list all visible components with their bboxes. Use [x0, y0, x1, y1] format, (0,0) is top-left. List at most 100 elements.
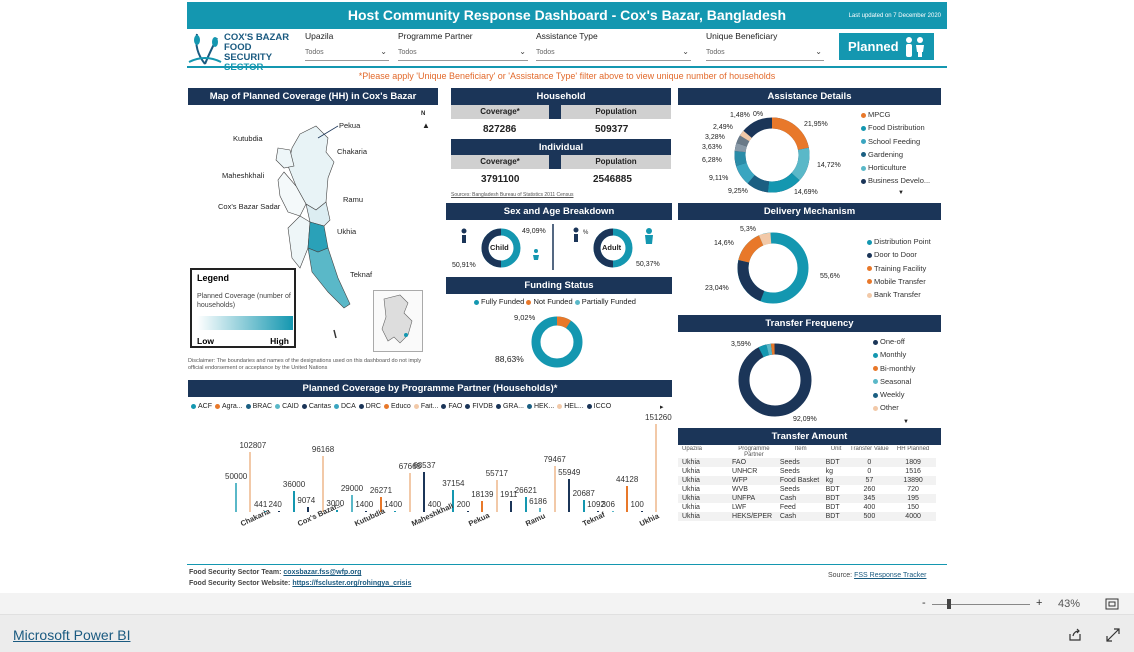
- assistance-type-select[interactable]: Todos ⌄: [536, 45, 691, 61]
- legend-item[interactable]: Agra...: [215, 403, 243, 410]
- filter-assistance-type[interactable]: Assistance Type Todos ⌄: [536, 31, 691, 61]
- legend-next-icon[interactable]: ▸: [660, 403, 664, 411]
- fit-to-page-icon[interactable]: [1105, 598, 1119, 610]
- chart-bar[interactable]: [655, 424, 657, 512]
- chart-bar[interactable]: [524, 496, 527, 512]
- partner-legend[interactable]: ACF Agra... BRAC CAID Caritas DCA DRC Educo Fait…: [191, 403, 669, 410]
- legend-item[interactable]: BRAC: [245, 403, 272, 410]
- table-cell: 720: [907, 486, 919, 493]
- zoom-out-button[interactable]: -: [922, 597, 926, 609]
- chart-bar[interactable]: [582, 499, 585, 512]
- data-label: 79467: [543, 454, 566, 464]
- chart-bar[interactable]: [568, 479, 571, 512]
- data-sources-link[interactable]: Sources: Bangladesh Bureau of Statistics…: [451, 192, 573, 198]
- share-icon[interactable]: [1068, 628, 1082, 642]
- hh-population-value: 509377: [595, 124, 629, 135]
- data-label: 1400: [384, 500, 403, 509]
- chart-bar[interactable]: [249, 452, 252, 512]
- upazila-select[interactable]: Todos ⌄: [305, 45, 389, 61]
- legend-item[interactable]: FAO: [441, 403, 462, 410]
- north-label: N: [421, 111, 426, 117]
- chart-bar[interactable]: [394, 511, 397, 512]
- table-cell: HEKS/EPER: [732, 513, 773, 520]
- legend-item[interactable]: GRA...: [495, 403, 524, 410]
- chart-bar[interactable]: [553, 465, 556, 512]
- table-row[interactable]: Ukhia WFP Food Basket kg 57 13890: [678, 476, 936, 485]
- legend-item[interactable]: DCA: [334, 403, 356, 410]
- assistance-legend: MPCG Food Distribution School Feeding Ga…: [861, 108, 930, 188]
- table-row[interactable]: Ukhia UNHCR Seeds kg 0 1516: [678, 467, 936, 476]
- ind-coverage-value: 3791100: [481, 174, 520, 185]
- col-item[interactable]: Item: [778, 446, 824, 458]
- team-email-link[interactable]: coxsbazar.fss@wfp.org: [283, 569, 361, 576]
- chart-bar[interactable]: [626, 486, 629, 512]
- legend-item[interactable]: Caritas: [301, 403, 331, 410]
- funding-donut[interactable]: [527, 312, 587, 372]
- legend-item[interactable]: CAID: [275, 403, 299, 410]
- chart-bar[interactable]: [307, 506, 310, 512]
- chart-bar[interactable]: [611, 511, 614, 512]
- bangladesh-inset-map: [373, 290, 423, 352]
- legend-item[interactable]: HEL...: [557, 403, 584, 410]
- data-label: 26271: [369, 485, 393, 495]
- col-unit[interactable]: Unit: [824, 446, 849, 458]
- legend-item[interactable]: FIVDB: [465, 403, 493, 410]
- legend-item[interactable]: DRC: [358, 403, 381, 410]
- table-row[interactable]: Ukhia FAO Seeds BDT 0 1809: [678, 458, 936, 467]
- chart-bar[interactable]: [235, 482, 237, 512]
- delivery-donut[interactable]: [733, 228, 813, 308]
- chart-bar[interactable]: [321, 456, 324, 512]
- sex-age-title: Sex and Age Breakdown: [446, 203, 672, 220]
- country-outline-icon: [381, 294, 413, 344]
- legend-item[interactable]: ACF: [191, 403, 212, 410]
- table-cell: BDT: [825, 504, 840, 511]
- source-link[interactable]: FSS Response Tracker: [854, 572, 926, 579]
- col-transfer-value[interactable]: Transfer Value: [849, 446, 891, 458]
- legend-scroll-down-icon[interactable]: ▼: [903, 419, 909, 425]
- legend-item[interactable]: Educo: [383, 403, 411, 410]
- chart-bar[interactable]: [495, 479, 498, 512]
- filter-programme-partner[interactable]: Programme Partner Todos ⌄: [398, 31, 528, 61]
- table-row[interactable]: Ukhia HEKS/EPER Cash BDT 500 4000: [678, 512, 936, 521]
- chart-bar[interactable]: [278, 511, 281, 512]
- filter-unique-beneficiary[interactable]: Unique Beneficiary Todos ⌄: [706, 31, 824, 61]
- table-row[interactable]: Ukhia UNFPA Cash BDT 345 195: [678, 494, 936, 503]
- chart-bar[interactable]: [481, 501, 484, 512]
- legend-scroll-down-icon[interactable]: ▼: [898, 190, 904, 196]
- table-cell: BDT: [825, 513, 840, 520]
- legend-item[interactable]: Fait...: [413, 403, 438, 410]
- funding-pct-fully-funded: 88,63%: [495, 354, 524, 364]
- fullscreen-icon[interactable]: [1106, 628, 1120, 642]
- chart-bar[interactable]: [292, 491, 295, 512]
- chart-bar[interactable]: [640, 511, 643, 512]
- chart-bar[interactable]: [510, 500, 513, 512]
- data-label: 200: [456, 500, 471, 509]
- chart-bar[interactable]: [365, 511, 368, 512]
- table-cell: Ukhia: [682, 513, 700, 520]
- chart-bar[interactable]: [350, 495, 353, 512]
- chart-bar[interactable]: [423, 472, 426, 512]
- col-upazila[interactable]: Upazila: [678, 446, 730, 458]
- table-cell: kg: [825, 468, 834, 475]
- beneficiary-select[interactable]: Todos ⌄: [706, 45, 824, 61]
- chart-bar[interactable]: [408, 472, 411, 512]
- footer-divider: [187, 564, 947, 565]
- transfer-table-wrap[interactable]: Upazila Programme Partner Item Unit Tran…: [678, 446, 941, 556]
- table-cell: LWF: [732, 504, 747, 511]
- website-link[interactable]: https://fscluster.org/rohingya_crisis: [292, 580, 411, 587]
- zoom-slider-handle[interactable]: [947, 599, 951, 609]
- table-row[interactable]: Ukhia WVB Seeds BDT 260 720: [678, 485, 936, 494]
- col-hh-planned[interactable]: HH Planned: [890, 446, 936, 458]
- col-partner[interactable]: Programme Partner: [730, 446, 778, 458]
- chart-bar[interactable]: [466, 511, 469, 512]
- zoom-in-button[interactable]: +: [1036, 597, 1042, 609]
- partner-bar-chart[interactable]: 50000 102807 441 240 36000 9074 96168 3000 29000…: [225, 413, 672, 512]
- frequency-donut[interactable]: [735, 340, 815, 420]
- legend-item[interactable]: HEK...: [526, 403, 554, 410]
- ind-population-label: Population: [561, 155, 671, 169]
- filter-upazila[interactable]: Upazila Todos ⌄: [305, 31, 389, 61]
- table-row[interactable]: Ukhia LWF Feed BDT 400 150: [678, 503, 936, 512]
- legend-item[interactable]: ICCO: [586, 403, 611, 410]
- partner-select[interactable]: Todos ⌄: [398, 45, 528, 61]
- powerbi-link[interactable]: Microsoft Power BI: [13, 627, 130, 643]
